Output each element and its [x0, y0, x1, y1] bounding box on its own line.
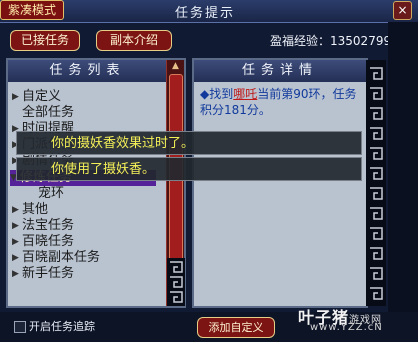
expand-right-icon[interactable]: ▶ [12, 250, 22, 266]
expand-right-icon[interactable]: ▶ [12, 266, 22, 282]
exp-value: 13502799 [330, 34, 392, 48]
mode-tag: 紫凑模式 [0, 0, 64, 20]
right-edge [388, 22, 418, 312]
task-category-label: 法宝任务 [22, 217, 75, 233]
expand-right-icon[interactable]: ▶ [12, 89, 22, 105]
task-category-label: 百晓任务 [22, 233, 75, 249]
task-category-label: 自定义 [22, 89, 62, 104]
task-category-item[interactable]: ▶ 其他 [12, 202, 48, 218]
dungeon-intro-tab[interactable]: 副本介绍 [96, 30, 172, 51]
task-category-label: 全部任务 [22, 105, 75, 121]
expand-right-icon[interactable]: ▶ [12, 202, 22, 218]
exp-display: 盈福经验：13502799 [270, 32, 391, 49]
watermark-url: www.YZZ.cN [310, 322, 383, 333]
task-window: 紫凑模式 任务提示 × 已接任务 副本介绍 盈福经验：13502799 任务列表… [0, 0, 418, 342]
track-label: 开启任务追踪 [29, 320, 95, 333]
title-bar[interactable]: 紫凑模式 任务提示 × [0, 0, 418, 23]
task-list-header: 任务列表 [8, 60, 167, 82]
task-category-item[interactable]: ▶ 法宝任务 [12, 218, 74, 234]
task-detail-panel: 任务详情 ◆找到哪吒当前第90环，任务积分181分。 [192, 58, 368, 308]
task-category-item[interactable]: 宠环 [28, 186, 64, 202]
close-button[interactable]: × [393, 1, 412, 20]
toast-message: 你使用了摄妖香。 [16, 157, 362, 181]
add-custom-button[interactable]: 添加自定义 [197, 317, 275, 338]
accepted-tasks-tab[interactable]: 已接任务 [10, 30, 80, 51]
task-category-item[interactable]: ▶ 百晓任务 [12, 234, 74, 250]
bullet-icon: ◆ [200, 87, 210, 101]
task-category-label: 百晓副本任务 [22, 250, 101, 265]
task-list-panel: 任务列表 ▲ ▼ ▶自定义全部任务▶时间提醒▶门派任务▶剧情任务▼修炼任务宠环▶… [6, 58, 186, 308]
detail-text-before: 找到 [209, 87, 234, 101]
task-category-label: 其他 [22, 201, 49, 217]
task-category-item[interactable]: ▶ 百晓副本任务 [12, 250, 100, 266]
npc-link[interactable]: 哪吒 [233, 87, 257, 101]
fret-ornament-right [366, 60, 386, 306]
task-detail-header: 任务详情 [194, 60, 366, 82]
exp-label: 盈福经验： [270, 34, 331, 48]
fret-ornament-mid [167, 258, 185, 306]
task-category-item[interactable]: ▶ 自定义 [12, 89, 61, 105]
window-title: 任务提示 [174, 6, 235, 21]
task-category-label: 宠环 [38, 185, 65, 201]
expand-right-icon[interactable]: ▶ [12, 218, 22, 234]
expand-right-icon[interactable]: ▶ [12, 234, 22, 250]
task-category-item[interactable]: ▶ 新手任务 [12, 266, 74, 282]
scroll-up-arrow-icon[interactable]: ▲ [167, 60, 184, 72]
task-category-label: 新手任务 [22, 266, 75, 282]
toast-message: 你的摄妖香效果过时了。 [16, 131, 362, 155]
task-category-item[interactable]: 全部任务 [12, 105, 74, 121]
task-detail-text: ◆找到哪吒当前第90环，任务积分181分。 [200, 86, 360, 118]
track-checkbox[interactable] [14, 321, 26, 333]
